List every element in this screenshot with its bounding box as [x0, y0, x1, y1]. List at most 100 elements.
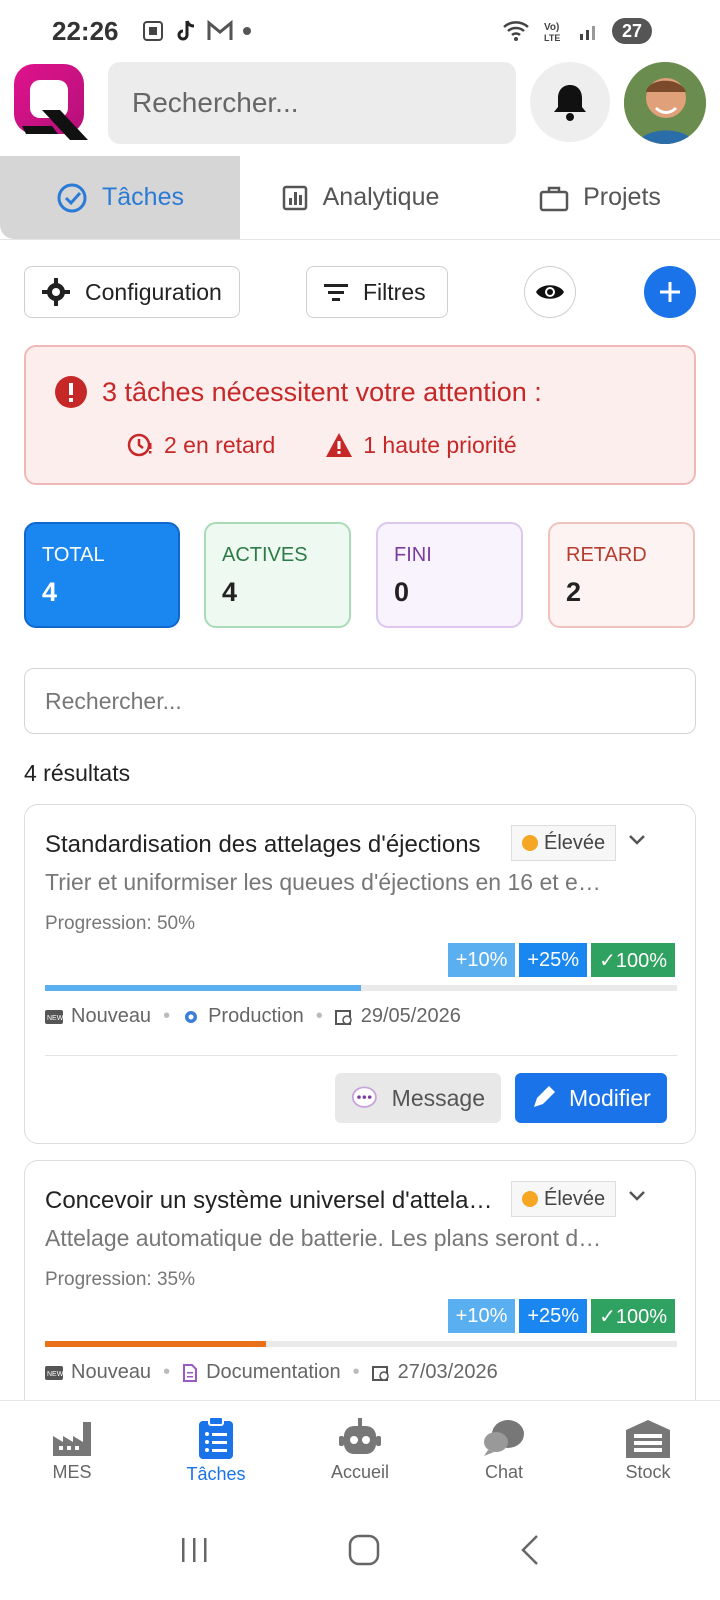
task-toolbar: Configuration Filtres — [24, 266, 696, 318]
header-search-input[interactable]: Rechercher... — [108, 62, 516, 144]
filters-button[interactable]: Filtres — [306, 266, 448, 318]
progress-plus10-button[interactable]: +10% — [447, 1299, 516, 1333]
task-title: Standardisation des attelages d'éjection… — [45, 831, 481, 858]
new-badge-icon: NEW — [45, 1009, 63, 1024]
message-button[interactable]: Message — [335, 1073, 501, 1123]
bottom-navigation: MES Tâches Accueil Chat Stock — [0, 1400, 720, 1500]
visibility-toggle-button[interactable] — [524, 266, 576, 318]
edit-button[interactable]: Modifier — [515, 1073, 667, 1123]
task-status: Nouveau — [71, 1005, 152, 1027]
stat-card-retard[interactable]: RETARD 2 — [548, 522, 695, 628]
progress-complete-button[interactable]: ✓100% — [591, 943, 675, 977]
robot-icon — [339, 1418, 381, 1454]
progress-plus10-button[interactable]: +10% — [447, 943, 516, 977]
task-category: Production — [208, 1005, 304, 1027]
signal-icon — [580, 26, 595, 40]
task-meta: NEW Nouveau • Documentation • 27/03/2026 — [45, 1361, 498, 1383]
tab-analytique[interactable]: Analytique — [240, 156, 480, 239]
tab-label: Analytique — [322, 183, 440, 211]
app-logo[interactable] — [12, 62, 92, 146]
stat-label: TOTAL — [42, 544, 105, 566]
new-badge-icon: NEW — [45, 1365, 63, 1380]
progress-bar — [45, 985, 677, 991]
task-date: 29/05/2026 — [360, 1005, 461, 1027]
bell-icon — [554, 85, 586, 121]
progress-plus25-button[interactable]: +25% — [519, 1299, 588, 1333]
notifications-button[interactable] — [530, 62, 610, 142]
card-divider — [45, 1055, 677, 1056]
pencil-icon — [534, 1086, 555, 1107]
results-count: 4 résultats — [24, 760, 131, 786]
tiktok-icon — [177, 20, 194, 41]
calendar-clock-icon — [371, 1365, 389, 1381]
tab-label: Projets — [583, 183, 661, 211]
stat-value: 0 — [394, 577, 410, 607]
progress-bar-fill — [45, 1341, 267, 1347]
home-icon[interactable] — [348, 1534, 380, 1566]
chevron-down-icon[interactable] — [627, 833, 647, 847]
stat-label: FINI — [394, 544, 432, 566]
error-circle-icon — [55, 376, 87, 408]
gear-icon — [185, 1010, 198, 1023]
calendar-clock-icon — [334, 1009, 352, 1025]
progress-complete-button[interactable]: ✓100% — [591, 1299, 675, 1333]
chat-bubbles-icon — [484, 1420, 524, 1456]
tab-label: Tâches — [102, 183, 184, 211]
task-category: Documentation — [206, 1361, 341, 1383]
notification-dot-icon — [242, 27, 251, 35]
nav-item-stock[interactable]: Stock — [576, 1401, 720, 1500]
nav-item-chat[interactable]: Chat — [432, 1401, 576, 1500]
screenshot-icon — [142, 21, 163, 41]
progress-quick-buttons: +10% +25% ✓100% — [447, 943, 675, 977]
task-card[interactable]: Concevoir un système universel d'attelag… — [24, 1160, 696, 1420]
speech-bubble-icon — [351, 1086, 377, 1108]
priority-badge: Élevée — [511, 825, 617, 861]
progress-bar-fill — [45, 985, 361, 991]
stat-value: 4 — [222, 577, 238, 607]
alert-late-count: 2 en retard — [164, 431, 276, 458]
add-task-button[interactable] — [644, 266, 696, 318]
svg-text:LTE: LTE — [544, 33, 560, 43]
tab-taches[interactable]: Tâches — [0, 156, 240, 239]
stat-card-actives[interactable]: ACTIVES 4 — [204, 522, 351, 628]
stat-label: RETARD — [566, 544, 647, 566]
back-icon[interactable] — [519, 1534, 541, 1566]
clock-alert-icon — [127, 433, 152, 457]
nav-item-accueil[interactable]: Accueil — [288, 1401, 432, 1500]
app-header: Rechercher... — [0, 62, 720, 148]
wifi-icon — [503, 21, 529, 41]
configuration-button[interactable]: Configuration — [24, 266, 240, 318]
stat-card-fini[interactable]: FINI 0 — [376, 522, 523, 628]
progress-label: Progression: 50% — [45, 913, 195, 934]
volte-icon: Vo)LTE — [544, 22, 560, 43]
svg-text:Vo): Vo) — [544, 22, 559, 33]
task-stats: TOTAL 4 ACTIVES 4 FINI 0 RETARD 2 — [24, 522, 696, 628]
factory-icon — [53, 1422, 91, 1456]
nav-item-mes[interactable]: MES — [0, 1401, 144, 1500]
task-search-input[interactable]: Rechercher... — [24, 668, 696, 734]
chevron-down-icon[interactable] — [627, 1189, 647, 1203]
task-description: Trier et uniformiser les queues d'éjecti… — [45, 869, 605, 895]
progress-plus25-button[interactable]: +25% — [519, 943, 588, 977]
filter-icon — [324, 284, 348, 301]
tab-projets[interactable]: Projets — [480, 156, 720, 239]
task-status: Nouveau — [71, 1361, 152, 1383]
task-description: Attelage automatique de batterie. Les pl… — [45, 1225, 605, 1251]
stat-value: 4 — [42, 577, 58, 607]
progress-quick-buttons: +10% +25% ✓100% — [447, 1299, 675, 1333]
warehouse-icon — [626, 1420, 670, 1458]
clipboard-list-icon — [199, 1416, 233, 1459]
briefcase-icon — [539, 186, 569, 211]
stat-card-total[interactable]: TOTAL 4 — [24, 522, 180, 628]
warning-triangle-icon — [326, 433, 353, 457]
task-meta: NEW Nouveau • Production • 29/05/2026 — [45, 1005, 461, 1027]
task-date: 27/03/2026 — [397, 1361, 498, 1383]
progress-label: Progression: 35% — [45, 1269, 195, 1290]
user-avatar[interactable] — [624, 62, 706, 144]
nav-item-taches[interactable]: Tâches — [144, 1401, 288, 1500]
task-card[interactable]: Standardisation des attelages d'éjection… — [24, 804, 696, 1144]
stat-label: ACTIVES — [222, 544, 308, 566]
recent-apps-icon[interactable] — [179, 1536, 209, 1564]
bar-chart-icon — [282, 185, 307, 210]
eye-icon — [536, 285, 564, 299]
